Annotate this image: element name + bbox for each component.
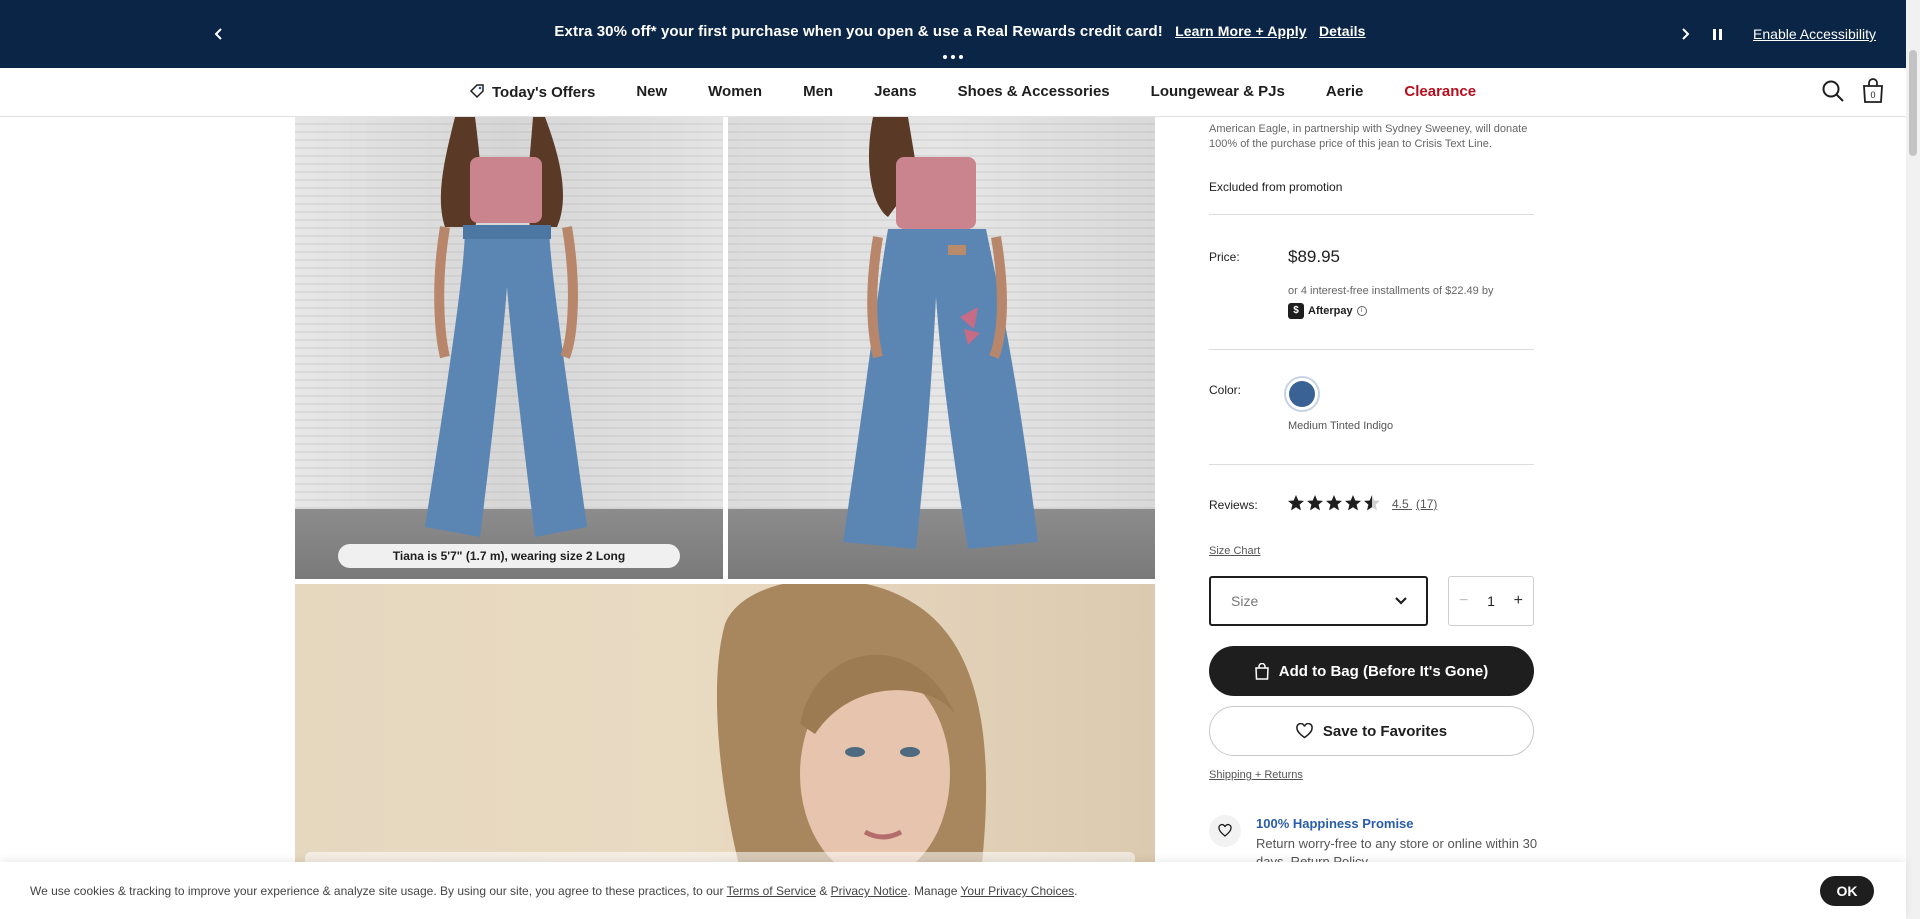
scrollbar-thumb[interactable] — [1909, 50, 1917, 156]
save-to-favorites-label: Save to Favorites — [1322, 722, 1448, 740]
product-price: $89.95 — [1288, 247, 1340, 266]
dot — [951, 55, 955, 59]
quantity-increase-button[interactable]: + — [1514, 592, 1523, 610]
heart-icon — [1296, 723, 1313, 739]
quantity-value[interactable]: 1 — [1487, 593, 1495, 609]
privacy-notice-link[interactable]: Privacy Notice — [831, 884, 908, 898]
nav-menu: Today's Offers New Women Men Jeans Shoes… — [468, 83, 1517, 101]
banner-message: Extra 30% off* your first purchase when … — [0, 23, 1920, 40]
color-swatch-medium-tinted-indigo[interactable] — [1284, 376, 1320, 412]
nav-item-label: Today's Offers — [492, 83, 596, 101]
model-front-illustration — [425, 117, 587, 537]
pause-icon — [1712, 28, 1716, 40]
model-size-caption: Tiana is 5'7" (1.7 m), wearing size 2 Lo… — [338, 544, 680, 568]
privacy-choices-link[interactable]: Your Privacy Choices — [961, 884, 1075, 898]
banner-next-button[interactable] — [1673, 22, 1697, 46]
divider — [1209, 214, 1534, 215]
rating-link[interactable]: 4.5 (17) — [1392, 497, 1437, 511]
shopping-bag-icon[interactable]: 0 — [1862, 78, 1884, 104]
size-placeholder: Size — [1231, 593, 1259, 609]
tag-icon — [469, 84, 484, 99]
cookie-message: We use cookies & tracking to improve you… — [30, 884, 724, 898]
star-icon — [1307, 495, 1323, 511]
nav-item-todays-offers[interactable]: Today's Offers — [468, 83, 595, 101]
nav-item-aerie[interactable]: Aerie — [1326, 83, 1364, 101]
color-label: Color: — [1209, 383, 1242, 397]
quantity-decrease-button[interactable]: − — [1459, 592, 1468, 610]
star-icon — [1326, 495, 1342, 511]
shipping-returns-link[interactable]: Shipping + Returns — [1209, 769, 1303, 781]
chevron-right-icon — [1682, 28, 1690, 40]
happiness-promise-title[interactable]: 100% Happiness Promise — [1256, 816, 1414, 831]
enable-accessibility-link[interactable]: Enable Accessibility — [1753, 26, 1876, 42]
save-to-favorites-button[interactable]: Save to Favorites — [1209, 706, 1534, 756]
color-name: Medium Tinted Indigo — [1288, 420, 1394, 432]
details-link[interactable]: Details — [1319, 23, 1366, 39]
nav-item-women[interactable]: Women — [708, 83, 762, 101]
rating-stars[interactable] — [1287, 494, 1382, 512]
dot — [943, 55, 947, 59]
model-back-illustration — [843, 117, 1038, 549]
nav-item-loungewear[interactable]: Loungewear & PJs — [1151, 83, 1285, 101]
chevron-down-icon — [1395, 597, 1407, 605]
excluded-promotion-notice: Excluded from promotion — [1209, 180, 1343, 194]
add-to-bag-button[interactable]: Add to Bag (Before It's Gone) — [1209, 646, 1534, 696]
reviews-label: Reviews: — [1209, 498, 1258, 512]
bag-icon — [1255, 662, 1269, 680]
nav-item-new[interactable]: New — [636, 83, 667, 101]
size-select[interactable]: Size — [1209, 576, 1428, 626]
bag-count: 0 — [1870, 90, 1875, 100]
price-label: Price: — [1209, 250, 1240, 264]
heart-hand-icon — [1218, 823, 1232, 837]
star-icon — [1364, 495, 1380, 511]
banner-pagination-dots — [943, 55, 963, 59]
divider — [1209, 349, 1534, 350]
promo-banner: Extra 30% off* your first purchase when … — [0, 0, 1920, 68]
size-chart-link[interactable]: Size Chart — [1209, 545, 1260, 557]
product-image-front[interactable]: Tiana is 5'7" (1.7 m), wearing size 2 Lo… — [295, 117, 723, 579]
afterpay-badge[interactable]: $ Afterpay i — [1288, 303, 1367, 319]
cookie-manage-text: . Manage — [907, 884, 958, 898]
cookie-text: We use cookies & tracking to improve you… — [30, 884, 1078, 898]
terms-of-service-link[interactable]: Terms of Service — [727, 884, 816, 898]
star-icon — [1288, 495, 1304, 511]
happiness-promise-icon — [1209, 815, 1241, 847]
nav-item-shoes-accessories[interactable]: Shoes & Accessories — [958, 83, 1110, 101]
page-scrollbar[interactable] — [1906, 0, 1920, 919]
rating-value: 4.5 — [1392, 497, 1409, 511]
donation-notice: American Eagle, in partnership with Sydn… — [1209, 123, 1528, 150]
quantity-stepper: − 1 + — [1448, 576, 1534, 626]
dot — [959, 55, 963, 59]
search-icon[interactable] — [1821, 79, 1845, 103]
star-icon — [1345, 495, 1361, 511]
nav-item-men[interactable]: Men — [803, 83, 833, 101]
banner-text: Extra 30% off* your first purchase when … — [554, 23, 1163, 40]
cookie-ok-button[interactable]: OK — [1820, 876, 1874, 906]
cookie-amp: & — [819, 884, 828, 898]
banner-pause-button[interactable] — [1705, 22, 1729, 46]
review-count: (17) — [1416, 497, 1438, 511]
add-to-bag-label: Add to Bag (Before It's Gone) — [1278, 662, 1489, 680]
swatch-fill — [1289, 381, 1315, 407]
nav-item-jeans[interactable]: Jeans — [874, 83, 917, 101]
info-icon[interactable]: i — [1356, 306, 1367, 316]
product-image-back[interactable] — [728, 117, 1155, 579]
afterpay-logo-icon: $ — [1288, 303, 1304, 319]
main-nav: Today's Offers New Women Men Jeans Shoes… — [0, 68, 1920, 117]
divider — [1209, 464, 1534, 465]
afterpay-label: Afterpay — [1308, 305, 1353, 317]
nav-item-clearance[interactable]: Clearance — [1404, 83, 1476, 101]
learn-more-link[interactable]: Learn More + Apply — [1175, 23, 1307, 39]
cookie-banner: We use cookies & tracking to improve you… — [0, 862, 1906, 919]
installments-text: or 4 interest-free installments of $22.4… — [1288, 285, 1494, 297]
